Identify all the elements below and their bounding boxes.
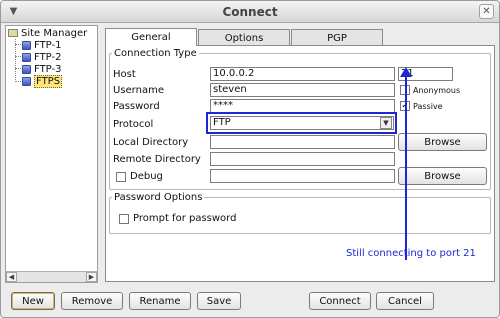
remote-directory-label: Remote Directory [113, 154, 201, 165]
server-icon [22, 40, 31, 50]
password-input[interactable]: **** [210, 99, 395, 113]
tree-item-ftps[interactable]: FTPS [22, 74, 63, 88]
local-directory-label: Local Directory [113, 137, 189, 148]
chevron-down-icon[interactable]: ▼ [380, 117, 392, 129]
save-button[interactable]: Save [197, 292, 241, 310]
scroll-right-icon[interactable]: ▶ [86, 272, 97, 282]
protocol-select[interactable]: FTP [210, 116, 394, 130]
server-icon [22, 64, 31, 74]
password-options-legend: Password Options [114, 192, 203, 203]
annotation-text: Still connecting to port 21 [346, 248, 476, 259]
site-tree[interactable]: Site Manager FTP-1 FTP-2 FTP-3 FTPS ◀ ▶ [5, 25, 98, 283]
connect-button[interactable]: Connect [309, 292, 371, 310]
remote-directory-input[interactable] [210, 152, 395, 166]
folder-icon [8, 29, 18, 37]
tree-item-ftp-1[interactable]: FTP-1 [22, 39, 61, 51]
tree-item-ftp-3[interactable]: FTP-3 [22, 63, 61, 75]
scroll-left-icon[interactable]: ◀ [6, 272, 17, 282]
username-label: Username [113, 85, 164, 96]
tab-label: General [131, 32, 171, 43]
protocol-label: Protocol [113, 119, 154, 130]
anonymous-label: Anonymous [413, 86, 461, 95]
cancel-button[interactable]: Cancel [376, 292, 434, 310]
window-title: Connect [222, 5, 278, 19]
tab-pgp[interactable]: PGP [291, 29, 383, 46]
tree-item-ftp-2[interactable]: FTP-2 [22, 51, 61, 63]
password-label: Password [113, 101, 160, 112]
connection-type-legend: Connection Type [114, 48, 197, 59]
server-icon [22, 52, 31, 62]
debug-checkbox[interactable] [116, 172, 126, 182]
debug-file-input[interactable] [210, 169, 395, 183]
connect-window: ▼ Connect ✕ Site Manager FTP-1 FTP-2 FTP… [0, 0, 500, 318]
new-button[interactable]: New [11, 292, 55, 310]
remove-button[interactable]: Remove [61, 292, 123, 310]
tab-label: Options [224, 32, 264, 44]
host-input[interactable]: 10.0.0.2 [210, 67, 395, 81]
prompt-password-label: Prompt for password [133, 213, 237, 224]
prompt-password-checkbox[interactable] [119, 214, 129, 224]
server-icon [22, 76, 31, 86]
tree-item-label: FTP-1 [34, 39, 62, 51]
tree-root[interactable]: Site Manager [8, 27, 87, 39]
local-directory-input[interactable] [210, 135, 395, 149]
tree-root-label: Site Manager [21, 27, 88, 39]
username-input[interactable]: steven [210, 83, 395, 97]
annotation-arrow [400, 67, 412, 260]
host-label: Host [113, 69, 136, 80]
tree-item-label: FTPS [34, 74, 63, 88]
tab-general[interactable]: General [105, 28, 197, 46]
passive-label: Passive [413, 102, 443, 111]
debug-label: Debug [130, 171, 163, 182]
tab-options[interactable]: Options [198, 29, 290, 46]
close-icon[interactable]: ✕ [479, 4, 494, 19]
general-tab-panel: Connection Type Host 10.0.0.2 21 Usernam… [105, 45, 495, 282]
tab-label: PGP [327, 32, 347, 44]
rename-button[interactable]: Rename [129, 292, 191, 310]
tree-item-label: FTP-3 [34, 63, 62, 75]
tree-horizontal-scrollbar[interactable]: ◀ ▶ [6, 271, 97, 282]
tree-item-label: FTP-2 [34, 51, 62, 63]
title-bar: ▼ Connect ✕ [1, 1, 499, 23]
